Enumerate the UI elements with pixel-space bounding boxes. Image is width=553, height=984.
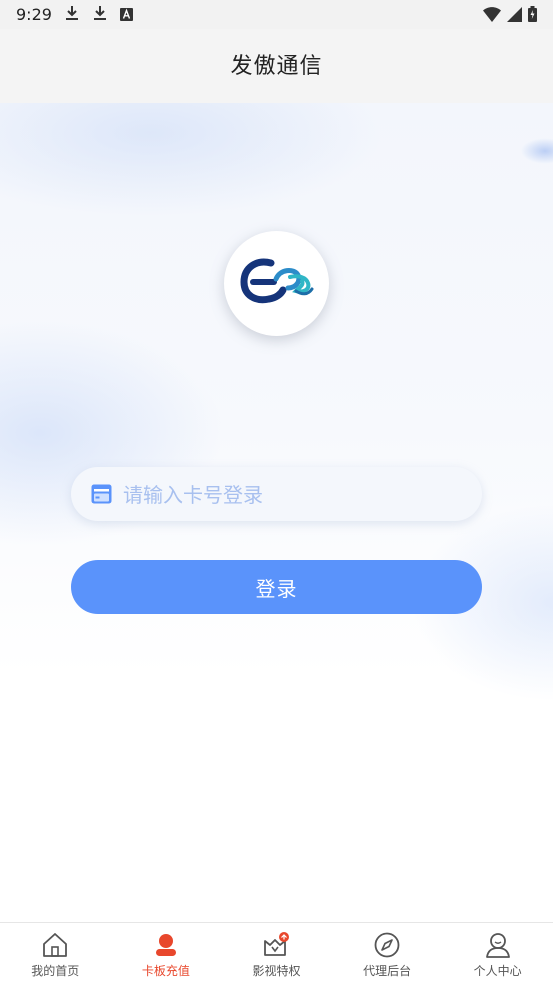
page-title: 发傲通信 — [230, 54, 323, 79]
nav-label-profile: 个人中心 — [473, 964, 522, 978]
nav-item-recharge[interactable]: 卡板充值 — [111, 923, 222, 984]
app-logo-icon — [224, 231, 329, 336]
nav-item-profile[interactable]: 个人中心 — [442, 923, 553, 984]
crown-basket-icon — [262, 932, 290, 962]
status-bar: 9:29 — [0, 0, 553, 29]
card-icon — [91, 484, 112, 508]
nav-label-home: 我的首页 — [31, 964, 80, 978]
nav-item-vip[interactable]: 影视特权 — [221, 923, 332, 984]
bottom-nav: 我的首页 卡板充值 影视特权 代理后台 个人中心 — [0, 922, 553, 984]
home-icon — [41, 932, 69, 962]
user-recharge-icon — [153, 932, 179, 962]
compass-icon — [373, 932, 401, 962]
person-icon — [484, 932, 512, 962]
nav-label-agent: 代理后台 — [363, 964, 412, 978]
status-right-group — [483, 6, 537, 26]
download-icon — [92, 5, 108, 25]
battery-icon — [528, 6, 537, 26]
download-icon — [64, 5, 80, 25]
login-button[interactable]: 登录 — [71, 560, 482, 614]
app-screen: 9:29 发傲通信 请输入卡号登录 登录 我的首页 卡板充值 影视特权 代理后台… — [0, 0, 553, 984]
signal-icon — [507, 6, 522, 26]
nav-item-home[interactable]: 我的首页 — [0, 923, 111, 984]
card-number-field — [71, 467, 482, 523]
nav-label-vip: 影视特权 — [252, 964, 301, 978]
font-a-icon — [120, 7, 133, 25]
card-number-input[interactable] — [121, 467, 465, 523]
status-time: 9:29 — [16, 5, 52, 24]
nav-item-agent[interactable]: 代理后台 — [332, 923, 443, 984]
wifi-icon — [483, 6, 501, 26]
app-header: 发傲通信 — [0, 29, 553, 103]
nav-label-recharge: 卡板充值 — [141, 964, 190, 978]
